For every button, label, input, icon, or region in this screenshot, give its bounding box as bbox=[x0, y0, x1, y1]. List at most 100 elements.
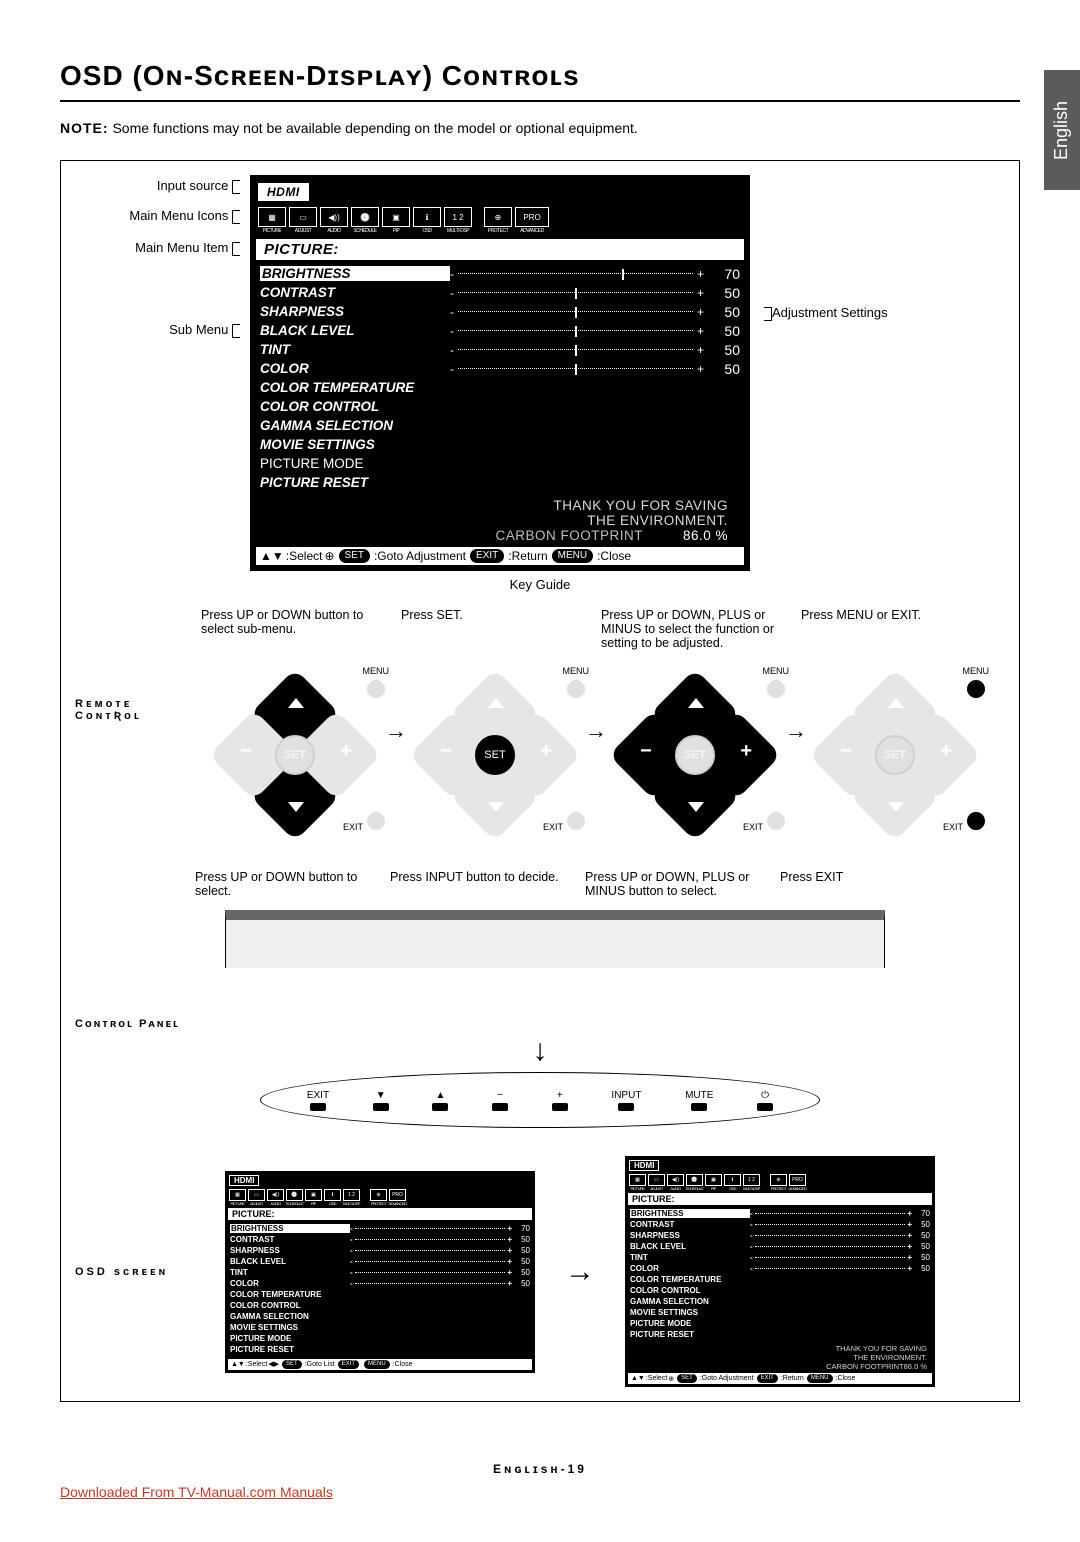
menu-icon: ⊕PROTECT bbox=[770, 1174, 787, 1186]
keyguide-pill: EXIT bbox=[338, 1360, 359, 1369]
osd-item-row: TINT- +50 bbox=[260, 340, 740, 359]
osd-item-label: COLOR bbox=[230, 1279, 350, 1288]
osd-slider: - + bbox=[450, 362, 704, 376]
menu-icon: ℹOSD bbox=[724, 1174, 741, 1186]
osd-item-label: COLOR TEMPERATURE bbox=[230, 1290, 350, 1299]
osd-item-label: BRIGHTNESS bbox=[630, 1209, 750, 1218]
bracket-icon bbox=[764, 307, 772, 321]
osd-item-row: COLOR- +50 bbox=[230, 1278, 530, 1289]
osd-item-label: PICTURE MODE bbox=[630, 1319, 750, 1328]
remote-step: Press UP or DOWN button to select sub-me… bbox=[195, 608, 395, 830]
plus-icon: + bbox=[740, 740, 752, 763]
exit-button bbox=[567, 812, 585, 830]
minus-icon: − bbox=[640, 740, 652, 763]
osd-item-label: PICTURE MODE bbox=[260, 456, 450, 471]
label-sub-menu: Sub Menu bbox=[169, 322, 228, 337]
osd-item-row: COLOR TEMPERATURE bbox=[630, 1274, 930, 1285]
osd-value: 50 bbox=[912, 1231, 930, 1240]
plus-icon: + bbox=[340, 740, 352, 763]
osd-item-row: COLOR CONTROL bbox=[230, 1300, 530, 1311]
osd-item-row: BLACK LEVEL- +50 bbox=[260, 321, 740, 340]
monitor-top-illustration bbox=[225, 910, 885, 968]
remote-dpad: − + SET bbox=[820, 680, 970, 830]
menu-icon: PROADVANCED bbox=[515, 207, 549, 227]
osd-slider: - + bbox=[350, 1224, 512, 1233]
osd-item-row: COLOR CONTROL bbox=[630, 1285, 930, 1296]
osd-eco-message: THANK YOU FOR SAVINGTHE ENVIRONMENT.CARB… bbox=[625, 1344, 935, 1373]
osd-item-row: MOVIE SETTINGS bbox=[630, 1307, 930, 1318]
down-arrow-icon bbox=[488, 802, 504, 812]
note-label: NOTE: bbox=[60, 120, 109, 136]
osd-item-label: MOVIE SETTINGS bbox=[260, 437, 450, 452]
osd-value: 50 bbox=[912, 1264, 930, 1273]
osd-item-row: BLACK LEVEL- +50 bbox=[630, 1241, 930, 1252]
remote-dpad: − + SET bbox=[420, 680, 570, 830]
osd-item-row: PICTURE MODE bbox=[630, 1318, 930, 1329]
osd-item-label: GAMMA SELECTION bbox=[230, 1312, 350, 1321]
menu-button bbox=[567, 680, 585, 698]
keyguide-text: :Select bbox=[646, 1375, 667, 1382]
osd-item-label: COLOR TEMPERATURE bbox=[630, 1275, 750, 1284]
osd-slider: - + bbox=[350, 1235, 512, 1244]
keyguide-pill: SET bbox=[282, 1360, 302, 1369]
menu-icon: ▣PIP bbox=[305, 1189, 322, 1201]
menu-icon: ⊕PROTECT bbox=[370, 1189, 387, 1201]
osd-value: 50 bbox=[512, 1268, 530, 1277]
language-tab-text: English bbox=[1052, 100, 1073, 159]
label-main-menu-icons: Main Menu Icons bbox=[129, 208, 228, 223]
exit-label: EXIT bbox=[343, 822, 363, 832]
osd-main-icons: ▦PICTURE▭ADJUST◀))AUDIO🕘SCHEDULE▣PIPℹOSD… bbox=[252, 205, 748, 231]
menu-icon: ▭ADJUST bbox=[648, 1174, 665, 1186]
set-button: SET bbox=[475, 735, 515, 775]
down-arrow-icon bbox=[888, 802, 904, 812]
menu-icon: ▦PICTURE bbox=[629, 1174, 646, 1186]
osd-item-row: COLOR TEMPERATURE bbox=[260, 378, 740, 397]
keyguide-text: :Return bbox=[781, 1375, 804, 1382]
osd-value: 70 bbox=[512, 1224, 530, 1233]
menu-icon: ▣PIP bbox=[705, 1174, 722, 1186]
language-tab: English bbox=[1044, 70, 1080, 190]
osd-item-label: COLOR TEMPERATURE bbox=[260, 380, 450, 395]
osd-item-label: CONTRAST bbox=[260, 285, 450, 300]
page-title: OSD (Oɴ-Sᴄʀᴇᴇɴ-Dɪsᴘʟᴀʏ) Cᴏɴᴛʀᴏʟs bbox=[60, 60, 1020, 92]
menu-icon: PROADVANCED bbox=[789, 1174, 806, 1186]
osd-small-after: HDMI▦PICTURE▭ADJUST◀))AUDIO🕘SCHEDULE▣PIP… bbox=[625, 1156, 935, 1387]
menu-icon: ▣PIP bbox=[382, 207, 410, 227]
note-line: NOTE: Some functions may not be availabl… bbox=[60, 120, 1020, 136]
menu-icon: 1 2MULTI-DSP bbox=[444, 207, 472, 227]
osd-item-label: SHARPNESS bbox=[260, 304, 450, 319]
osd-value: 50 bbox=[912, 1220, 930, 1229]
osd-item-label: COLOR CONTROL bbox=[260, 399, 450, 414]
osd-item-row: MOVIE SETTINGS bbox=[260, 435, 740, 454]
osd-item-label: MOVIE SETTINGS bbox=[630, 1308, 750, 1317]
keyguide-pill: MENU bbox=[552, 549, 593, 563]
osd-main-icons: ▦PICTURE▭ADJUST◀))AUDIO🕘SCHEDULE▣PIPℹOSD… bbox=[625, 1173, 935, 1188]
control-panel-buttons: EXIT▼▲−+INPUTMUTE⏻ bbox=[260, 1072, 820, 1128]
menu-label: MENU bbox=[563, 666, 590, 676]
exit-button bbox=[767, 812, 785, 830]
menu-icon: ▦PICTURE bbox=[258, 207, 286, 227]
control-panel-step-caption: Press EXIT bbox=[780, 870, 975, 898]
label-remote-control: Rᴇᴍᴏᴛᴇ Cᴏɴᴛʀᴏʟ bbox=[75, 698, 195, 722]
keyguide-text: :Select bbox=[246, 1361, 267, 1368]
remote-step: Press MENU or EXIT. − + SET MENU EXIT bbox=[795, 608, 995, 830]
osd-value: 70 bbox=[704, 266, 740, 282]
up-arrow-icon bbox=[488, 698, 504, 708]
keyguide-text: :Goto Adjustment bbox=[700, 1375, 754, 1382]
panel-button: ▼ bbox=[373, 1090, 389, 1111]
down-arrow-icon bbox=[288, 802, 304, 812]
download-source-link[interactable]: Downloaded From TV-Manual.com Manuals bbox=[60, 1484, 333, 1500]
remote-dpad: − + SET bbox=[220, 680, 370, 830]
exit-button bbox=[967, 812, 985, 830]
osd-slider: - + bbox=[750, 1209, 912, 1218]
keyguide-pill: SET bbox=[339, 549, 370, 563]
control-panel-captions: Press UP or DOWN button to select.Press … bbox=[195, 870, 1005, 898]
up-arrow-icon bbox=[688, 698, 704, 708]
panel-button: MUTE bbox=[685, 1090, 713, 1111]
osd-slider: - + bbox=[350, 1246, 512, 1255]
osd-item-label: BRIGHTNESS bbox=[230, 1224, 350, 1233]
osd-keyguide: ▲▼:Select⊕SET:Goto AdjustmentEXIT:Return… bbox=[628, 1373, 932, 1384]
menu-icon: ⊕PROTECT bbox=[484, 207, 512, 227]
keyguide-text: ⊕ bbox=[324, 549, 334, 563]
keyguide-text: :Return bbox=[508, 549, 547, 563]
